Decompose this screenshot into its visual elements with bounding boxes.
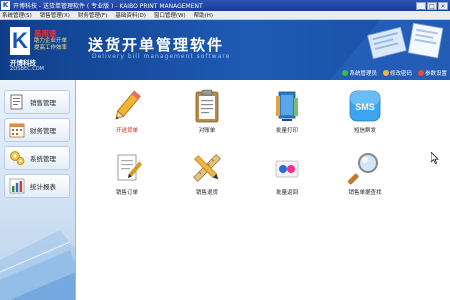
tile-batch-print[interactable]: 批量打印 (257, 88, 317, 146)
mouse-cursor-icon (431, 152, 439, 164)
app-main-title: 送货开单管理软件 (88, 36, 225, 54)
sidebar-decoration (0, 230, 75, 300)
app-icon: K (1, 1, 10, 10)
settings-link[interactable]: 参数设置 (417, 69, 447, 77)
calendar-icon (8, 121, 26, 139)
tile-label: 批量打印 (275, 128, 298, 134)
slogan: 助力企业开单 提高工作效率 (34, 38, 67, 52)
sidebar-item-label: 统计报表 (30, 183, 56, 191)
clipboard-icon (195, 89, 219, 123)
main-panel: 开送货单 对账单 批量打印 SMS 短信群发 销售订单 销售退货 批量返回 销售… (77, 80, 450, 300)
user-links: 系统管理员 修改密码 参数设置 (342, 69, 447, 77)
title-bar: K 开博科技 - 送货单管理软件 ( 专业版 ) - KAIBO PRINT M… (0, 0, 450, 11)
search-icon (347, 153, 378, 185)
print-icon (276, 91, 298, 121)
sidebar-item-finance[interactable]: 财务管理 (4, 118, 70, 142)
slogan-line-1: 助力企业开单 (34, 38, 68, 44)
sidebar-item-label: 财务管理 (30, 127, 56, 135)
tile-create-delivery[interactable]: 开送货单 (97, 88, 157, 146)
tile-statement[interactable]: 对账单 (177, 88, 237, 146)
menu-system[interactable]: 系统管理(S) (2, 11, 32, 19)
tile-label: 销售退货 (195, 190, 218, 196)
app-sub-title: Delivery bill management software (92, 53, 231, 60)
sidebar-item-label: 系统管理 (30, 155, 56, 163)
company-logo: K 易用速 助力企业开单 提高工作效率 开博科技 ZOSBEC.COM (8, 25, 76, 77)
sidebar-item-reports[interactable]: 统计报表 (4, 174, 70, 198)
bar-chart-icon (8, 177, 26, 195)
sidebar-item-system[interactable]: 系统管理 (4, 146, 70, 170)
user-icon (342, 70, 349, 76)
tile-sales-order[interactable]: 销售订单 (97, 150, 157, 208)
menu-basic-data[interactable]: 基础资料(D) (115, 11, 146, 19)
minimize-button[interactable]: _ (416, 1, 426, 10)
pencil-icon (115, 90, 141, 120)
svg-text:SMS: SMS (355, 102, 375, 112)
document-icon (8, 93, 26, 111)
menu-bar: 系统管理(S) 销售管理(X) 财务管理(F) 基础资料(D) 窗口管理(W) … (0, 11, 450, 20)
key-icon (382, 70, 389, 76)
sidebar-item-sales[interactable]: 销售管理 (4, 90, 70, 114)
slogan-line-2: 提高工作效率 (34, 45, 68, 51)
sms-icon: SMS (349, 90, 381, 122)
change-password-link[interactable]: 修改密码 (382, 69, 412, 77)
menu-help[interactable]: 帮助(H) (194, 11, 213, 19)
close-button[interactable]: × (438, 1, 448, 10)
tile-find-sales-doc[interactable]: 销售单据查找 (335, 150, 395, 208)
tile-label: 开送货单 (115, 128, 138, 134)
order-icon (117, 154, 143, 181)
system-admin-link[interactable]: 系统管理员 (342, 69, 377, 77)
system-admin-label: 系统管理员 (349, 71, 377, 77)
header-banner: K 易用速 助力企业开单 提高工作效率 开博科技 ZOSBEC.COM 送货开单… (0, 20, 450, 80)
sidebar: 销售管理 财务管理 系统管理 统计报表 (0, 80, 76, 300)
sidebar-item-label: 销售管理 (30, 99, 56, 107)
batch-return-icon (275, 160, 299, 178)
change-password-label: 修改密码 (389, 71, 412, 77)
company-site: ZOSBEC.COM (10, 66, 44, 72)
tile-label: 对账单 (198, 128, 216, 134)
tile-sales-return[interactable]: 销售退货 (177, 150, 237, 208)
settings-icon (417, 70, 424, 76)
tile-label: 销售订单 (115, 190, 138, 196)
settings-label: 参数设置 (424, 71, 447, 77)
menu-window[interactable]: 窗口管理(W) (154, 11, 186, 19)
tile-batch-return[interactable]: 批量返回 (257, 150, 317, 208)
menu-sales[interactable]: 销售管理(X) (40, 11, 70, 19)
window-controls: _ □ × (416, 1, 448, 10)
window-title: 开博科技 - 送货单管理软件 ( 专业版 ) - KAIBO PRINT MAN… (13, 3, 203, 10)
tile-label: 短信群发 (353, 128, 376, 134)
logo-letter: K (10, 27, 30, 55)
tile-sms-broadcast[interactable]: SMS 短信群发 (335, 88, 395, 146)
gears-icon (8, 149, 26, 167)
menu-finance[interactable]: 财务管理(F) (78, 11, 107, 19)
tile-label: 销售单据查找 (348, 190, 382, 196)
tile-label: 批量返回 (275, 190, 298, 196)
maximize-button[interactable]: □ (427, 1, 437, 10)
return-icon (193, 154, 221, 182)
